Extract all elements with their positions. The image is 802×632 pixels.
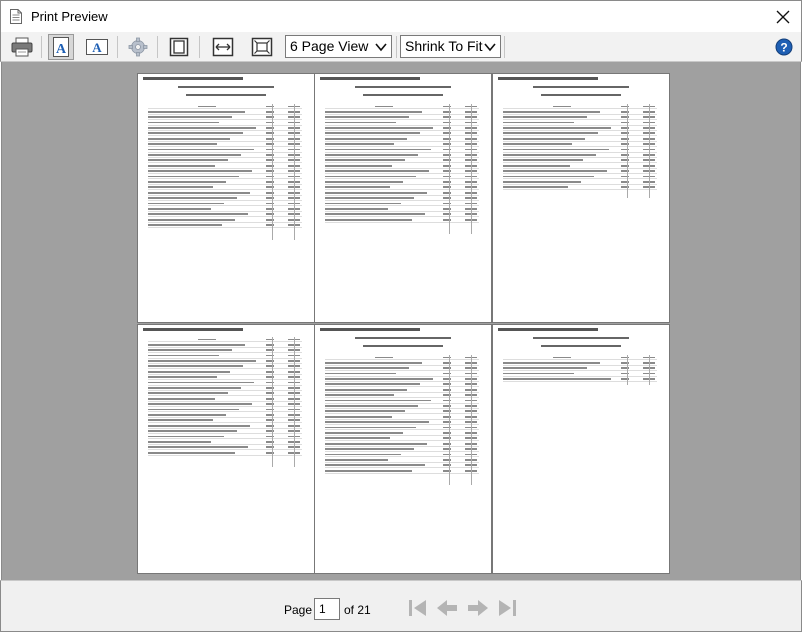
page-header-line <box>320 77 420 80</box>
page-table <box>148 337 302 456</box>
help-icon: ? <box>775 38 793 56</box>
title-bar: Print Preview <box>0 0 802 32</box>
page-header-line <box>143 328 243 331</box>
landscape-font-icon: A <box>86 39 108 55</box>
page-header-line <box>498 328 598 331</box>
table-column-divider <box>627 104 628 199</box>
page-title-line <box>363 94 443 96</box>
table-column-divider <box>471 355 472 485</box>
single-page-icon <box>169 37 189 57</box>
page-thumbnail[interactable] <box>138 325 314 573</box>
toolbar-separator <box>396 36 397 58</box>
settings-button[interactable] <box>125 34 151 60</box>
table-row <box>148 223 302 228</box>
svg-text:A: A <box>92 40 102 55</box>
navigation-bar: Page 1 of 21 <box>0 580 802 632</box>
table-column-divider <box>272 337 273 467</box>
page-title-line <box>355 337 451 339</box>
fit-page-button[interactable] <box>249 34 275 60</box>
page-header-line <box>498 77 598 80</box>
preview-area[interactable] <box>1 62 801 580</box>
page-title-line <box>533 86 629 88</box>
page-title-line <box>363 345 443 347</box>
one-page-button[interactable] <box>166 34 192 60</box>
previous-page-icon[interactable] <box>435 596 459 620</box>
page-number-input[interactable]: 1 <box>314 598 340 620</box>
portrait-font-icon: A <box>53 37 69 57</box>
toolbar-separator <box>199 36 200 58</box>
window-title: Print Preview <box>31 9 108 24</box>
page-title-line <box>541 345 621 347</box>
page-header-line <box>320 328 420 331</box>
help-button[interactable]: ? <box>771 34 797 60</box>
page-label: Page <box>284 603 313 617</box>
svg-text:A: A <box>56 42 67 57</box>
fit-width-icon <box>212 37 234 57</box>
page-title-line <box>186 94 266 96</box>
page-title-line <box>178 86 274 88</box>
chevron-down-icon <box>375 43 387 52</box>
toolbar-separator <box>157 36 158 58</box>
toolbar-separator <box>504 36 505 58</box>
page-table <box>148 104 302 228</box>
table-column-divider <box>649 355 650 385</box>
table-column-divider <box>627 355 628 385</box>
page-header-line <box>143 77 243 80</box>
gear-icon <box>128 37 148 57</box>
table-row <box>325 217 479 223</box>
table-row <box>148 450 302 456</box>
page-thumbnail[interactable] <box>493 325 669 573</box>
toolbar-separator <box>41 36 42 58</box>
last-page-icon[interactable] <box>495 596 519 620</box>
page-table <box>503 355 657 382</box>
fit-page-icon <box>251 37 273 57</box>
page-title-line <box>541 94 621 96</box>
toolbar-separator <box>117 36 118 58</box>
table-column-divider <box>449 355 450 485</box>
page-table <box>325 355 479 474</box>
close-icon[interactable] <box>771 5 795 29</box>
view-mode-select[interactable]: 6 Page View <box>285 35 392 58</box>
table-column-divider <box>471 104 472 234</box>
table-row <box>503 377 657 382</box>
page-thumbnail[interactable] <box>138 74 314 322</box>
page-table <box>325 104 479 223</box>
table-column-divider <box>449 104 450 234</box>
page-thumbnail[interactable] <box>315 325 491 573</box>
print-button[interactable] <box>9 34 35 60</box>
page-thumbnail[interactable] <box>493 74 669 322</box>
toolbar: A A 6 Page View Shrink To Fit ? <box>0 32 802 62</box>
chevron-down-icon <box>484 43 496 52</box>
landscape-button[interactable]: A <box>84 34 110 60</box>
scaling-select[interactable]: Shrink To Fit <box>400 35 501 58</box>
printer-icon <box>11 37 33 57</box>
portrait-button[interactable]: A <box>48 34 74 60</box>
table-column-divider <box>649 104 650 199</box>
table-row <box>503 185 657 191</box>
page-count-label: of 21 <box>344 603 371 617</box>
document-icon <box>10 9 22 24</box>
view-mode-value: 6 Page View <box>290 38 369 54</box>
page-thumbnail[interactable] <box>315 74 491 322</box>
table-row <box>325 468 479 474</box>
scaling-value: Shrink To Fit <box>405 38 483 54</box>
page-title-line <box>533 337 629 339</box>
page-table <box>503 104 657 191</box>
fit-width-button[interactable] <box>210 34 236 60</box>
first-page-icon[interactable] <box>406 596 430 620</box>
table-column-divider <box>272 104 273 240</box>
next-page-icon[interactable] <box>466 596 490 620</box>
table-column-divider <box>294 104 295 240</box>
table-column-divider <box>294 337 295 467</box>
page-title-line <box>355 86 451 88</box>
svg-text:?: ? <box>780 41 787 55</box>
